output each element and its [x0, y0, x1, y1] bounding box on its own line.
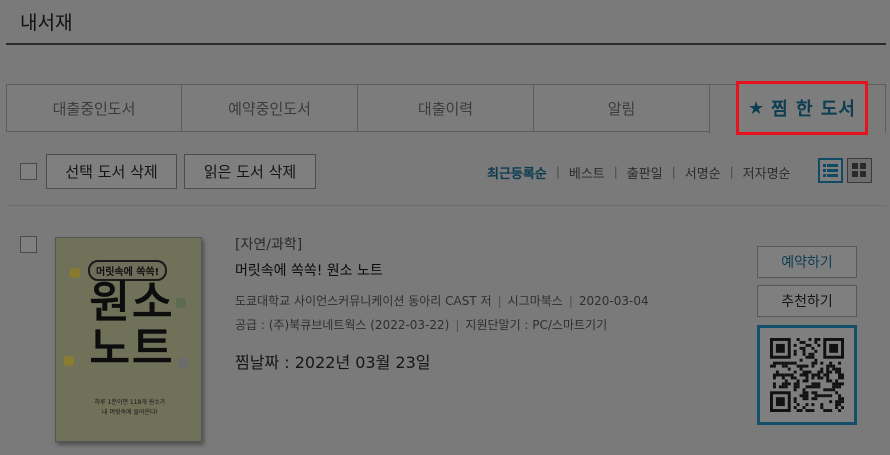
star-icon: ★: [748, 97, 766, 119]
list-view-button[interactable]: [818, 158, 843, 183]
list-toolbar: 선택 도서 삭제 읽은 도서 삭제 최근등록순 | 베스트 | 출판일 | 서명…: [0, 154, 890, 190]
title-divider: [6, 43, 886, 45]
delete-selected-button[interactable]: 선택 도서 삭제: [46, 154, 177, 189]
book-cover[interactable]: 머릿속에 쏙쏙! 원소 노트 하루 1분이면 118개 원소가 내 머릿속에 들…: [55, 237, 202, 442]
tab-wishlist-label: 찜 한 도서: [771, 99, 856, 120]
sort-author[interactable]: 저자명순: [743, 163, 791, 182]
sort-pubdate[interactable]: 출판일: [627, 163, 663, 182]
tab-history[interactable]: 대출이력: [357, 84, 533, 132]
book-pubdate: 2020-03-04: [578, 294, 649, 308]
qr-code[interactable]: [757, 325, 857, 425]
tab-wishlist[interactable]: ★ 찜 한 도서: [736, 81, 868, 135]
tab-reserved[interactable]: 예약중인도서: [181, 84, 357, 132]
book-info: [자연/과학] 머릿속에 쏙쏙! 원소 노트 도쿄대학교 사이언스커뮤니케이션 …: [235, 234, 649, 373]
sort-title[interactable]: 서명순: [685, 163, 721, 182]
book-author: 도쿄대학교 사이언스커뮤니케이션 동아리 CAST 저: [235, 294, 492, 308]
book-category: [자연/과학]: [235, 237, 303, 253]
sort-options: 최근등록순 | 베스트 | 출판일 | 서명순 | 저자명순: [487, 163, 791, 182]
grid-view-icon: [852, 163, 866, 177]
recommend-button[interactable]: 추천하기: [757, 285, 857, 317]
book-publisher: 시그마북스: [507, 294, 563, 308]
wish-date: 찜날짜 : 2022년 03월 23일: [235, 353, 431, 372]
list-view-icon: [823, 164, 838, 177]
book-devices: 지원단말기 : PC/스마트기기: [465, 318, 608, 332]
book-supply-line: 공급 : (주)북큐브네트웍스 (2022-03-22) | 지원단말기 : PC/…: [235, 318, 608, 332]
grid-view-button[interactable]: [847, 158, 872, 183]
page-title: 내서재: [20, 12, 73, 34]
delete-read-button[interactable]: 읽은 도서 삭제: [184, 154, 316, 189]
cover-subtitle: 하루 1분이면 118개 원소가 내 머릿속에 들어온다!: [94, 399, 166, 416]
tab-borrowed[interactable]: 대출중인도서: [6, 84, 181, 132]
sort-best[interactable]: 베스트: [569, 163, 605, 182]
book-supply: 공급 : (주)북큐브네트웍스 (2022-03-22): [235, 318, 450, 332]
reserve-button[interactable]: 예약하기: [757, 246, 857, 278]
book-checkbox[interactable]: [20, 236, 37, 253]
cover-title: 원소 노트: [89, 277, 175, 374]
select-all-checkbox[interactable]: [20, 163, 37, 180]
list-divider: [6, 205, 886, 206]
book-title[interactable]: 머릿속에 쏙쏙! 원소 노트: [235, 260, 649, 280]
qr-code-icon: [770, 338, 844, 412]
tab-alerts[interactable]: 알림: [533, 84, 709, 132]
book-author-line: 도쿄대학교 사이언스커뮤니케이션 동아리 CAST 저 | 시그마북스 | 2020-0…: [235, 294, 649, 308]
sort-recent[interactable]: 최근등록순: [487, 163, 547, 182]
